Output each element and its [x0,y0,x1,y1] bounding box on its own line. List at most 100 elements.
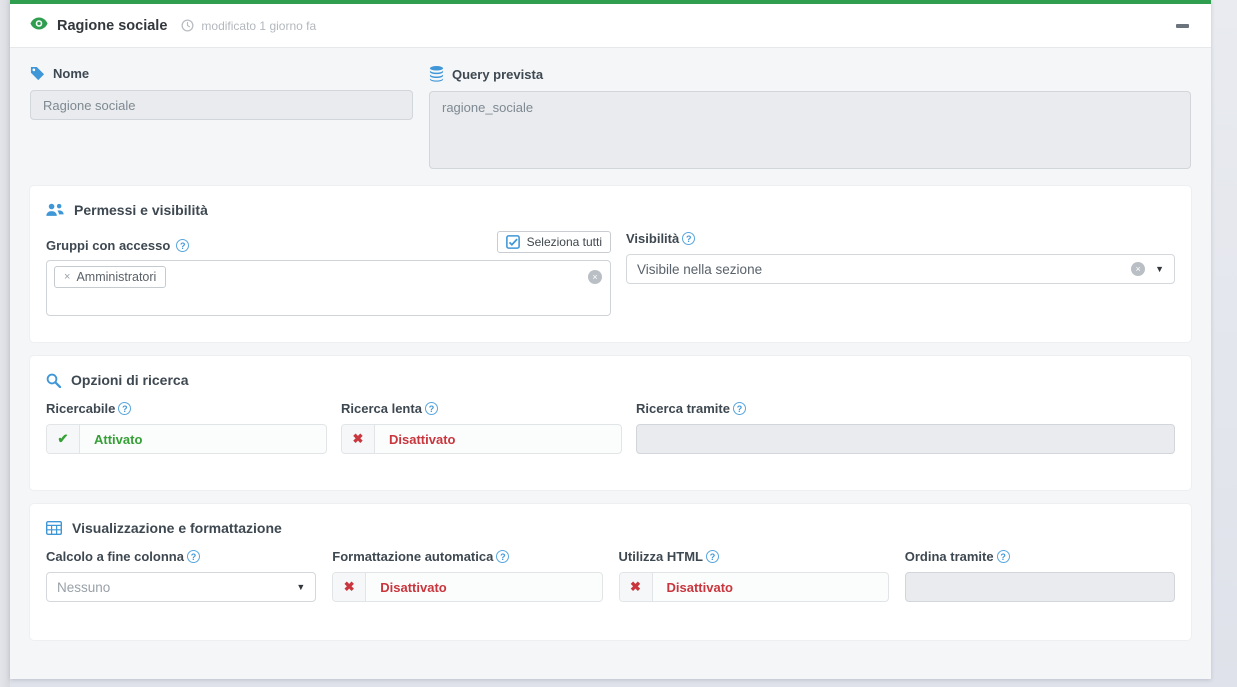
ricerca-lenta-label: Ricerca lenta [341,401,422,416]
groups-header-row: Gruppi con accesso ? Seleziona tutti [46,231,611,253]
query-label-row: Query prevista [429,66,1191,82]
display-card-title-row: Visualizzazione e formattazione [46,520,1175,536]
cross-icon: ✖ [620,573,653,601]
ricerca-tramite-input[interactable] [636,424,1175,454]
clear-groups-icon[interactable]: × [588,270,602,284]
ricercabile-label: Ricercabile [46,401,115,416]
chevron-down-icon: ▼ [1155,264,1164,274]
html-status: Disattivato [653,573,733,601]
permissions-card: Permessi e visibilità Gruppi con accesso… [30,186,1191,342]
permissions-title: Permessi e visibilità [74,202,208,218]
select-all-label: Seleziona tutti [527,235,602,249]
query-field-group: Query prevista ragione_sociale [429,66,1191,169]
groups-field-group: Gruppi con accesso ? Seleziona tutti [46,231,611,316]
tag-icon [30,66,45,81]
clock-icon [181,19,194,32]
ordina-input[interactable] [905,572,1175,602]
field-settings-panel: Ragione sociale modificato 1 giorno fa N… [10,0,1211,679]
formattazione-toggle[interactable]: ✖ Disattivato [332,572,602,602]
group-chip-label: Amministratori [76,270,156,284]
check-icon: ✔ [47,425,80,453]
ricercabile-status: Attivato [80,425,142,453]
eye-icon [30,17,48,35]
search-card-title-row: Opzioni di ricerca [46,372,1175,388]
formattazione-label: Formattazione automatica [332,549,493,564]
visibility-select[interactable]: Visibile nella sezione × ▼ [626,254,1175,284]
table-icon [46,521,62,535]
formattazione-status: Disattivato [366,573,446,601]
calcolo-selected-value: Nessuno [57,580,286,595]
ordina-label-row: Ordina tramite ? [905,549,1175,564]
ricercabile-toggle[interactable]: ✔ Attivato [46,424,327,454]
ricerca-lenta-field-group: Ricerca lenta ? ✖ Disattivato [341,401,622,454]
groups-label-row: Gruppi con accesso ? [46,238,189,253]
basic-fields-section: Nome Ragione sociale Query prevista ragi… [10,48,1211,186]
chevron-down-icon: ▼ [296,582,305,592]
help-icon[interactable]: ? [425,402,438,415]
ordina-label: Ordina tramite [905,549,994,564]
html-toggle[interactable]: ✖ Disattivato [619,572,889,602]
formattazione-field-group: Formattazione automatica ? ✖ Disattivato [332,549,602,602]
page-title: Ragione sociale [57,18,167,34]
ricerca-tramite-label-row: Ricerca tramite ? [636,401,1175,416]
help-icon[interactable]: ? [176,239,189,252]
query-textarea[interactable]: ragione_sociale [429,91,1191,169]
html-label: Utilizza HTML [619,549,704,564]
database-icon [429,66,444,82]
visibility-label-row: Visibilità ? [626,231,1175,246]
help-icon[interactable]: ? [496,550,509,563]
ricercabile-label-row: Ricercabile ? [46,401,327,416]
ricerca-lenta-label-row: Ricerca lenta ? [341,401,622,416]
search-icon [46,373,61,388]
help-icon[interactable]: ? [682,232,695,245]
group-chip: × Amministratori [54,266,166,288]
modified-timestamp: modificato 1 giorno fa [201,19,316,33]
clear-visibility-icon[interactable]: × [1131,262,1145,276]
nome-input[interactable]: Ragione sociale [30,90,413,120]
calcolo-select[interactable]: Nessuno ▼ [46,572,316,602]
ricerca-tramite-label: Ricerca tramite [636,401,730,416]
help-icon[interactable]: ? [733,402,746,415]
ricercabile-field-group: Ricercabile ? ✔ Attivato [46,401,327,454]
ordina-field-group: Ordina tramite ? [905,549,1175,602]
search-options-title: Opzioni di ricerca [71,372,188,388]
ricerca-tramite-field-group: Ricerca tramite ? [636,401,1175,454]
visibility-selected-value: Visibile nella sezione [637,262,1123,277]
visibility-label: Visibilità [626,231,679,246]
cross-icon: ✖ [333,573,366,601]
display-formatting-card: Visualizzazione e formattazione Calcolo … [30,504,1191,640]
search-options-grid: Ricercabile ? ✔ Attivato Ricerca lenta ?… [46,401,1175,454]
cross-icon: ✖ [342,425,375,453]
visibility-field-group: Visibilità ? Visibile nella sezione × ▼ [626,231,1175,316]
html-field-group: Utilizza HTML ? ✖ Disattivato [619,549,889,602]
calcolo-label: Calcolo a fine colonna [46,549,184,564]
display-formatting-grid: Calcolo a fine colonna ? Nessuno ▼ Forma… [46,549,1175,602]
nome-field-group: Nome Ragione sociale [30,66,413,169]
calcolo-field-group: Calcolo a fine colonna ? Nessuno ▼ [46,549,316,602]
panel-header: Ragione sociale modificato 1 giorno fa [10,4,1211,48]
chip-remove-icon[interactable]: × [64,271,70,283]
nome-label-row: Nome [30,66,413,81]
search-options-card: Opzioni di ricerca Ricercabile ? ✔ Attiv… [30,356,1191,490]
help-icon[interactable]: ? [997,550,1010,563]
permissions-grid: Gruppi con accesso ? Seleziona tutti [46,231,1175,316]
help-icon[interactable]: ? [187,550,200,563]
permissions-card-title-row: Permessi e visibilità [46,202,1175,218]
select-all-button[interactable]: Seleziona tutti [497,231,611,253]
ricerca-lenta-status: Disattivato [375,425,455,453]
nome-label: Nome [53,66,89,81]
groups-multiselect[interactable]: × Amministratori × [46,260,611,316]
display-formatting-title: Visualizzazione e formattazione [72,520,282,536]
ricerca-lenta-toggle[interactable]: ✖ Disattivato [341,424,622,454]
page-left-margin [0,0,10,687]
html-label-row: Utilizza HTML ? [619,549,889,564]
minus-icon [1176,24,1189,28]
help-icon[interactable]: ? [706,550,719,563]
users-icon [46,203,64,217]
collapse-button[interactable] [1174,18,1191,34]
groups-label: Gruppi con accesso [46,238,170,253]
query-label: Query prevista [452,67,543,82]
help-icon[interactable]: ? [118,402,131,415]
formattazione-label-row: Formattazione automatica ? [332,549,602,564]
calcolo-label-row: Calcolo a fine colonna ? [46,549,316,564]
